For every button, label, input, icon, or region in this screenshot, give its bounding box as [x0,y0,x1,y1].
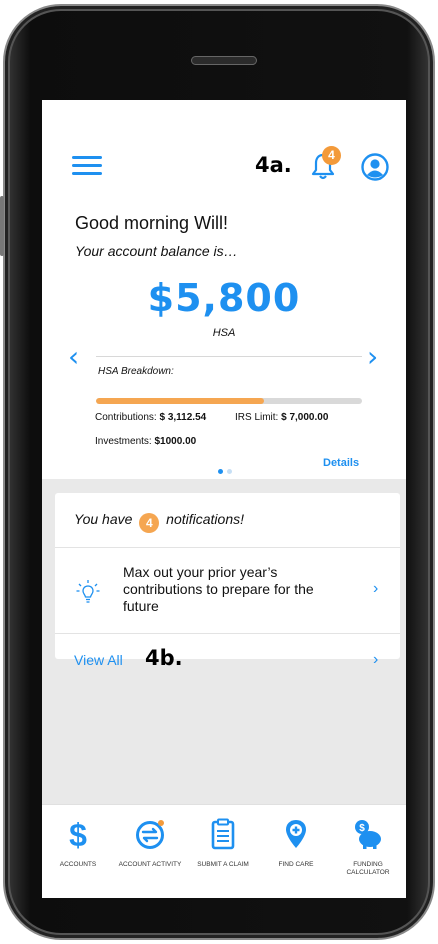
nav-accounts[interactable]: $ ACCOUNTS [42,805,114,898]
greeting-text: Good morning Will! [75,213,229,233]
nav-submit-claim[interactable]: SUBMIT A CLAIM [187,805,259,898]
user-profile-icon[interactable] [361,153,389,181]
chevron-left-icon[interactable]: ‹ [68,340,79,373]
nav-account-activity[interactable]: ACCOUNT ACTIVITY [114,805,186,898]
divider [55,547,400,548]
contributions-stat: Contributions: $ 3,112.54 [95,412,206,423]
hamburger-menu-icon[interactable] [72,156,102,176]
notifications-count-badge: 4 [139,513,160,533]
annotation-label-4a: 4a. [255,153,292,177]
account-balance: $5,800 [147,276,301,320]
bottom-navigation: $ ACCOUNTS ACCOUNT ACTIVITY SUBMIT A CLA… [42,804,406,898]
nav-label: SUBMIT A CLAIM [197,861,249,868]
piggy-bank-icon: $ [355,820,381,849]
notification-count-badge: 4 [322,146,341,165]
contributions-value: $ 3,112.54 [159,412,207,423]
nav-find-care[interactable]: FIND CARE [260,805,332,898]
contribution-progress-bar [96,398,362,404]
annotation-label-4b: 4b. [145,646,183,670]
clipboard-icon [211,818,235,850]
notifications-heading: You have 4 notifications! [74,511,244,533]
irs-limit-value: $ 7,000.00 [281,412,329,423]
location-plus-icon [286,820,306,848]
nav-label: ACCOUNT ACTIVITY [118,861,182,868]
notifications-prefix: You have [74,511,133,527]
pager-dot[interactable] [227,469,232,474]
chevron-right-icon[interactable]: › [373,580,378,598]
phone-frame: 4a. 4 Good morning Will! Your account ba… [0,4,435,940]
svg-text:$: $ [69,818,87,850]
notifications-suffix: notifications! [166,511,244,527]
carousel-pager-dots[interactable] [218,461,236,479]
investments-value: $1000.00 [154,436,197,447]
divider [55,633,400,634]
balance-card: 4a. 4 Good morning Will! Your account ba… [42,100,406,479]
notifications-card: You have 4 notifications! Max out your p… [55,493,400,670]
breakdown-heading: HSA Breakdown: [98,366,174,377]
irs-limit-stat: IRS Limit: $ 7,000.00 [235,412,328,423]
details-link[interactable]: Details [323,457,359,469]
account-type-label: HSA [212,327,236,339]
exchange-icon [136,820,164,849]
investments-label: Investments: [95,436,152,447]
divider [96,356,362,357]
pager-dot[interactable] [218,469,223,474]
nav-funding-calculator[interactable]: $ FUNDING CALCULATOR [332,805,404,898]
nav-label: FUNDING CALCULATOR [346,861,390,876]
notification-message[interactable]: Max out your prior year’s contributions … [123,564,353,615]
phone-speaker [191,56,257,65]
app-screen: 4a. 4 Good morning Will! Your account ba… [42,100,406,898]
lightbulb-icon [76,580,100,603]
view-all-link[interactable]: View All [74,652,123,668]
investments-stat: Investments: $1000.00 [95,436,196,447]
contribution-progress-fill [96,398,264,404]
nav-label: FIND CARE [278,861,314,868]
nav-label: ACCOUNTS [59,861,97,868]
svg-text:$: $ [359,823,365,834]
balance-intro-text: Your account balance is… [75,243,238,259]
chevron-right-icon[interactable]: › [367,340,378,373]
chevron-right-icon[interactable]: › [373,651,378,669]
dollar-icon: $ [69,818,87,850]
irs-limit-label: IRS Limit: [235,412,279,423]
contributions-label: Contributions: [95,412,157,423]
